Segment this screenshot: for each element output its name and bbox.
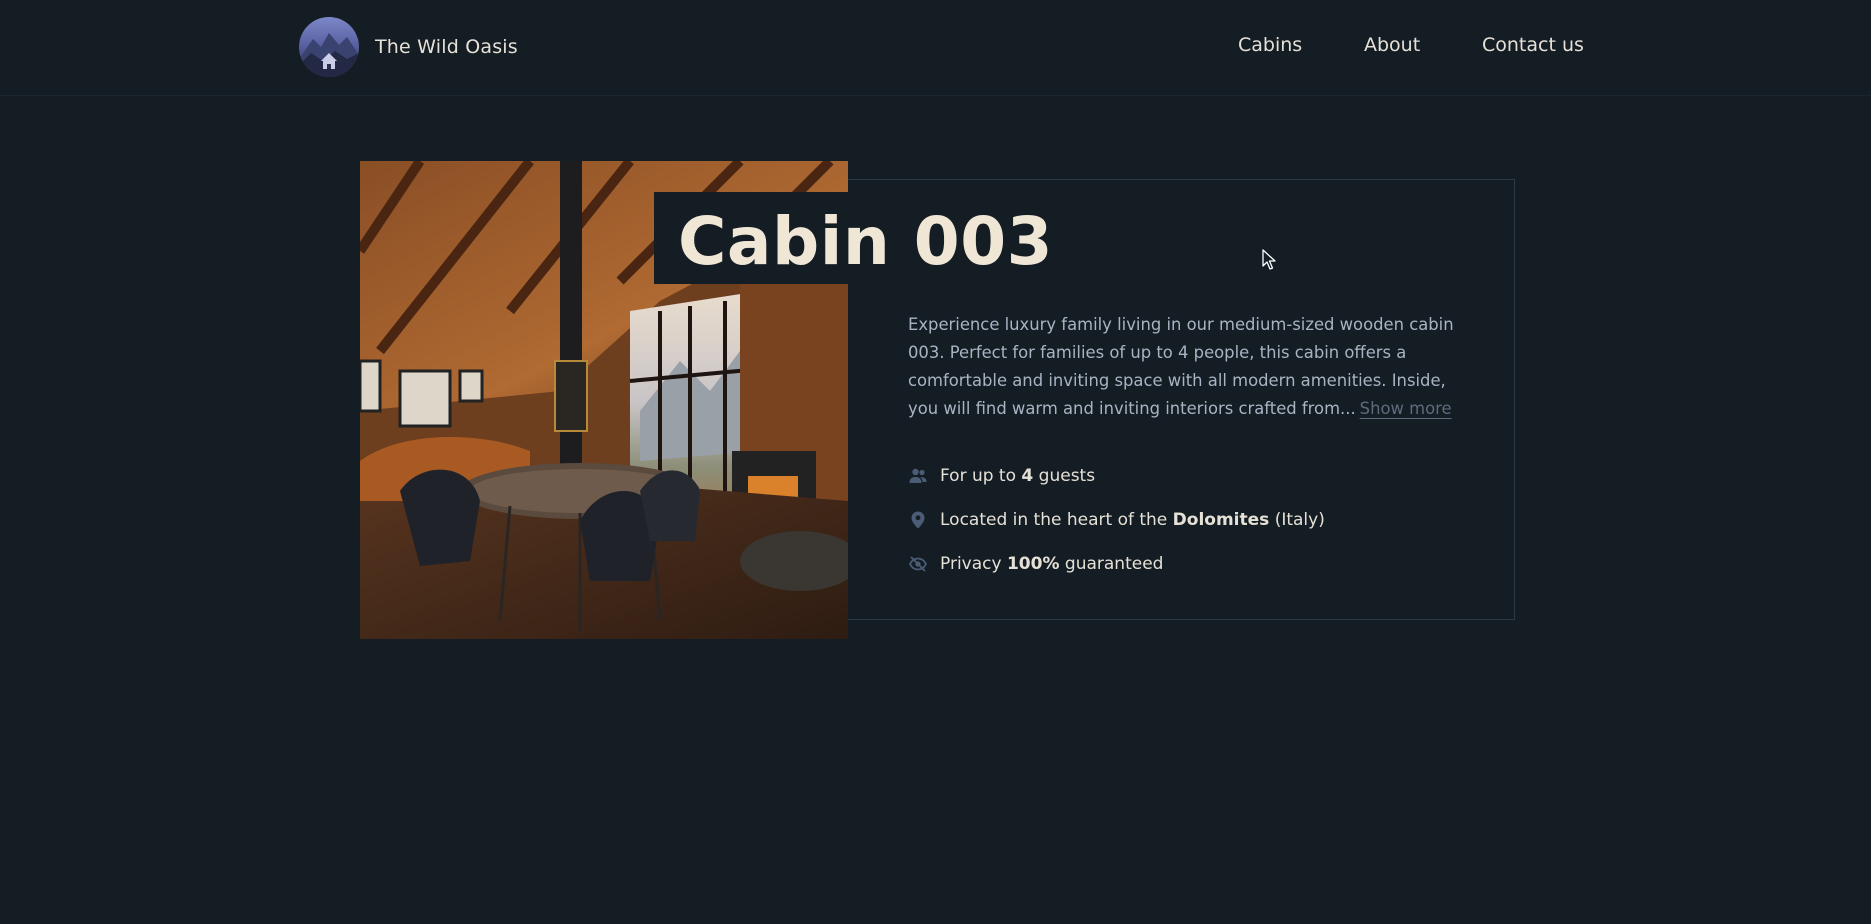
users-icon (908, 466, 928, 486)
nav-cabins[interactable]: Cabins (1238, 34, 1302, 56)
cabin-title: Cabin 003 (678, 203, 1054, 280)
main-nav: Cabins About Contact us (0, 34, 1871, 60)
map-pin-icon (908, 510, 928, 530)
feature-guests-text: For up to 4 guests (940, 466, 1096, 486)
feature-privacy-text: Privacy 100% guaranteed (940, 554, 1164, 574)
eye-slash-icon (908, 554, 928, 574)
cabin-title-box: Cabin 003 (654, 192, 1078, 284)
nav-about[interactable]: About (1364, 34, 1420, 56)
feature-location-text: Located in the heart of the Dolomites (I… (940, 510, 1325, 530)
cabin-features-list: For up to 4 guests Located in the heart … (908, 462, 1325, 594)
site-header: The Wild Oasis Cabins About Contact us (0, 0, 1871, 96)
feature-guests: For up to 4 guests (908, 462, 1325, 490)
cabin-description: Experience luxury family living in our m… (908, 311, 1478, 423)
nav-contact-us[interactable]: Contact us (1482, 34, 1584, 56)
feature-location: Located in the heart of the Dolomites (I… (908, 506, 1325, 534)
feature-privacy: Privacy 100% guaranteed (908, 550, 1325, 578)
show-more-button[interactable]: Show more (1360, 395, 1452, 423)
mouse-cursor-icon (1262, 249, 1278, 275)
